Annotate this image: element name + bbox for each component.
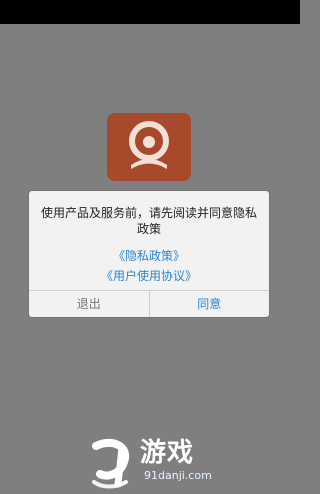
watermark-url: 91danji.com bbox=[144, 469, 212, 482]
webcam-icon bbox=[107, 113, 191, 181]
exit-button[interactable]: 退出 bbox=[29, 291, 150, 317]
app-icon bbox=[107, 113, 191, 181]
user-agreement-link[interactable]: 《用户使用协议》 bbox=[29, 268, 269, 284]
watermark-logo-icon bbox=[92, 438, 130, 489]
status-bar bbox=[0, 0, 300, 24]
watermark-title: 游戏 bbox=[140, 438, 195, 468]
agree-button[interactable]: 同意 bbox=[150, 291, 270, 317]
dialog-message: 使用产品及服务前，请先阅读并同意隐私政策 bbox=[40, 206, 257, 236]
site-watermark: 游戏 91danji.com bbox=[82, 436, 222, 492]
dialog-button-row: 退出 同意 bbox=[29, 290, 269, 317]
privacy-consent-dialog: 使用产品及服务前，请先阅读并同意隐私政策 《隐私政策》 《用户使用协议》 退出 … bbox=[29, 191, 269, 317]
privacy-policy-link[interactable]: 《隐私政策》 bbox=[29, 248, 269, 264]
